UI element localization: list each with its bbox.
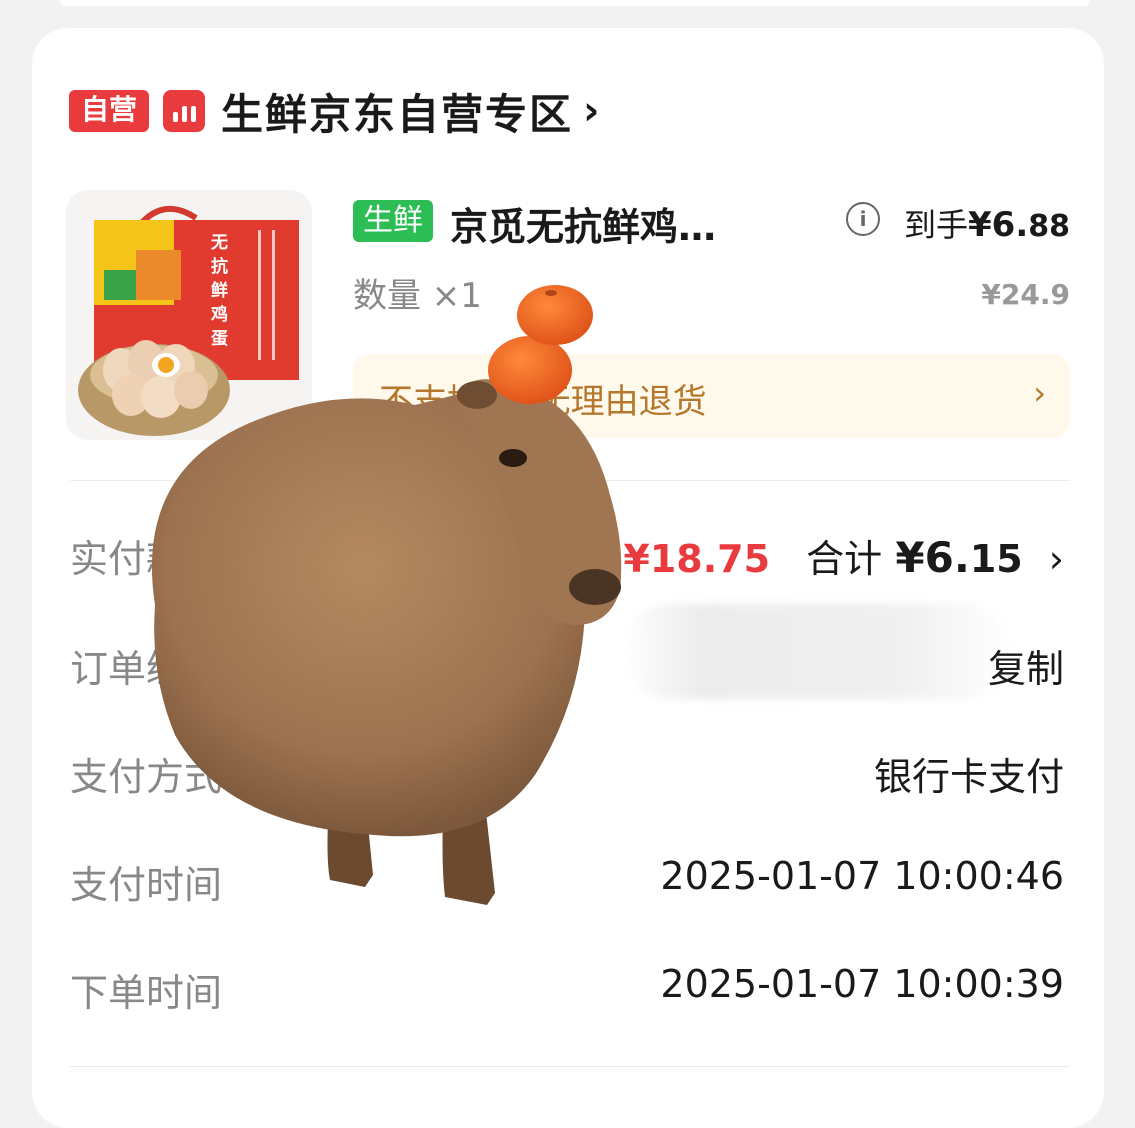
store-logo-icon: [163, 90, 206, 132]
product-title[interactable]: 京觅无抗鲜鸡…: [450, 196, 716, 251]
final-price-label: 到手: [904, 206, 969, 244]
original-price: ¥24.9: [981, 278, 1070, 311]
self-operated-badge: 自营: [69, 90, 150, 132]
info-icon[interactable]: i: [846, 202, 880, 236]
store-header[interactable]: 自营 生鲜京东自营专区 ›: [69, 86, 600, 139]
payment-time-value: 2025-01-07 10:00:46: [660, 854, 1064, 898]
payment-method-value: 银行卡支付: [873, 755, 1064, 799]
previous-card-edge: [60, 0, 1090, 6]
copy-button[interactable]: 复制: [988, 638, 1064, 693]
final-price-cents: 88: [1028, 209, 1070, 244]
fresh-tag: 生鲜: [353, 200, 433, 242]
order-time-value: 2025-01-07 10:00:39: [660, 962, 1064, 1006]
final-price: 到手¥6.88: [904, 200, 1070, 246]
store-name[interactable]: 生鲜京东自营专区: [221, 81, 573, 142]
final-price-main: ¥6.: [968, 205, 1029, 245]
total-cents: 15: [969, 537, 1023, 581]
divider: [70, 1066, 1070, 1067]
chevron-right-icon: ›: [1033, 374, 1046, 412]
chevron-right-icon[interactable]: ›: [583, 88, 599, 134]
total-label: 合计: [806, 537, 883, 581]
total-main: ¥6.: [895, 533, 970, 582]
total-amount: 合计 ¥6.15: [806, 533, 1023, 582]
package-text: 无: [210, 233, 228, 253]
capybara-sticker: [151, 285, 622, 905]
chevron-right-icon: ›: [1048, 537, 1064, 581]
order-time-label: 下单时间: [70, 971, 223, 1015]
redacted-order-number: [622, 604, 1012, 699]
svg-text:抗: 抗: [211, 256, 228, 277]
